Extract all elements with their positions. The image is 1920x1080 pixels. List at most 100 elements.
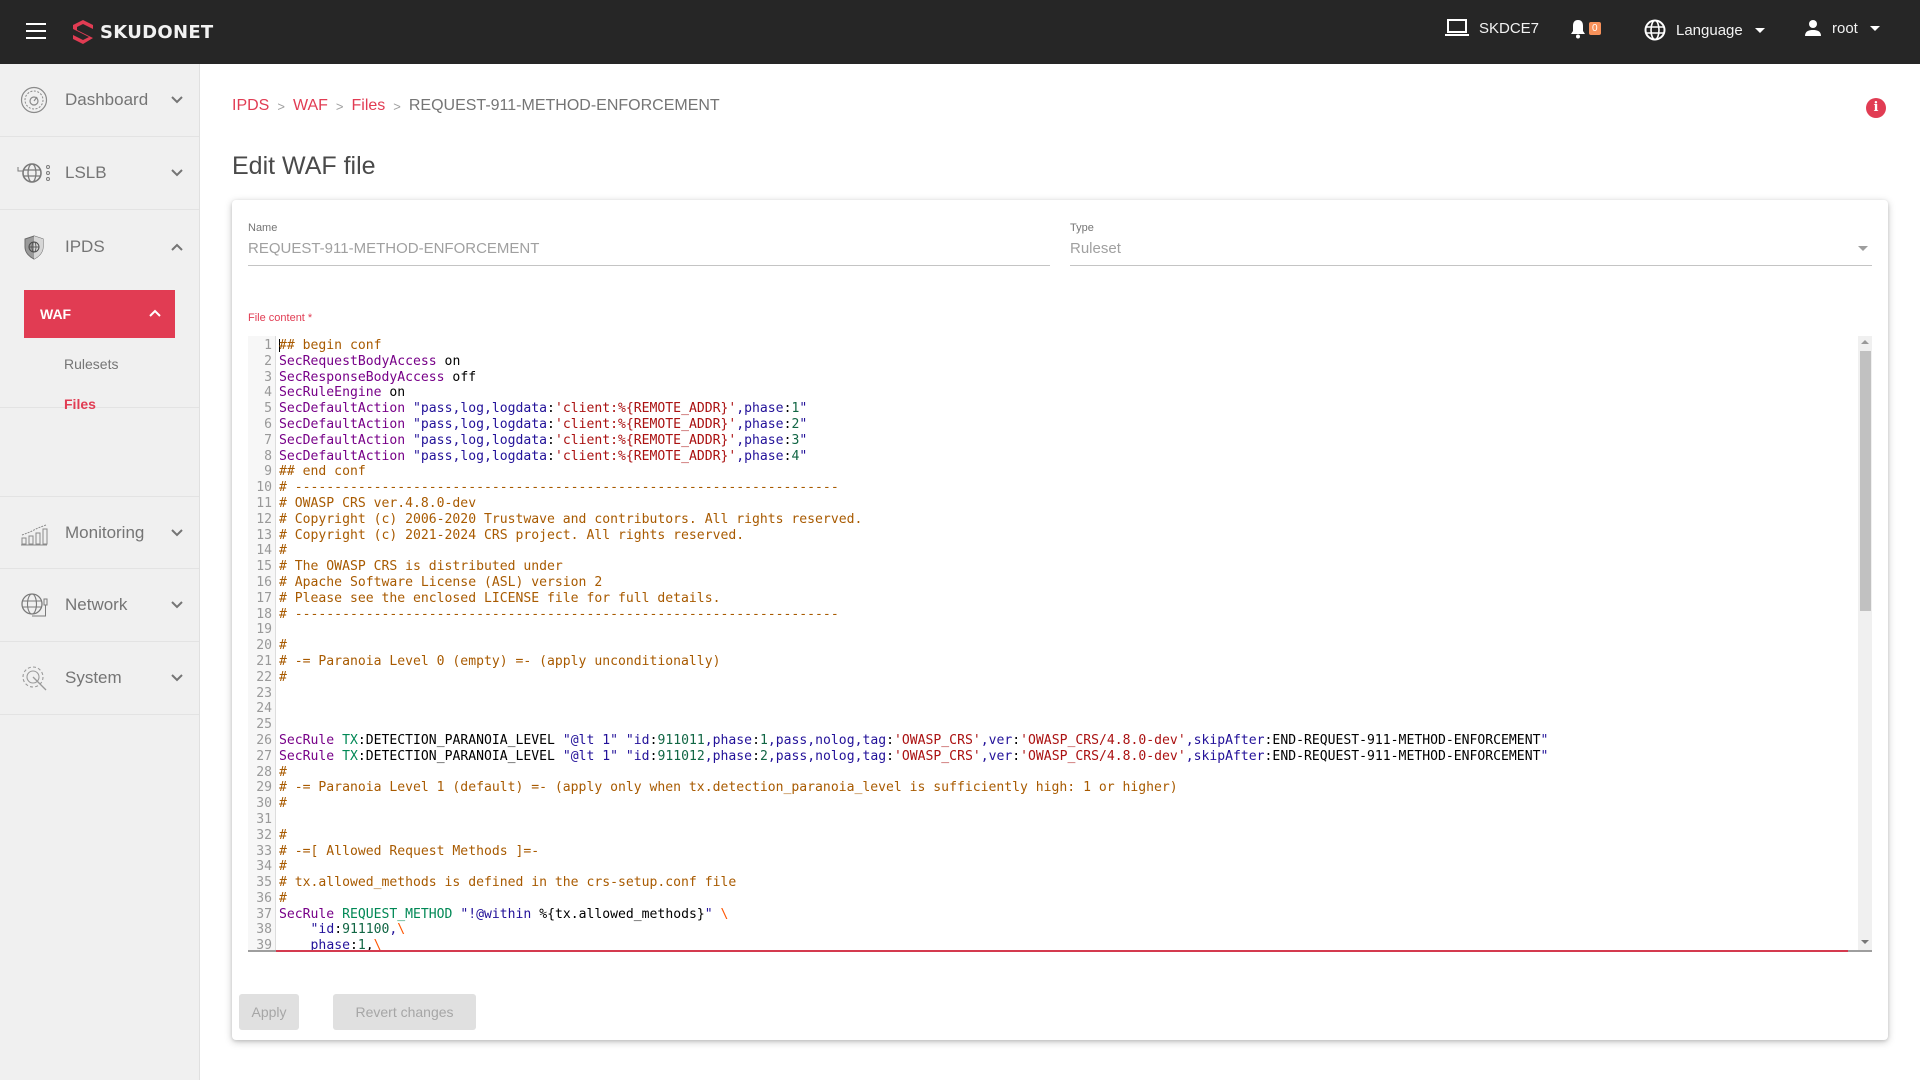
name-field[interactable]: Name REQUEST-911-METHOD-ENFORCEMENT: [248, 222, 1050, 266]
code-line[interactable]: 1 ## begin conf: [248, 338, 1858, 354]
code-token: 2: [759, 748, 768, 764]
code-token: \: [397, 922, 406, 938]
system-gear-icon: [22, 666, 47, 691]
line-number: 38: [256, 922, 272, 938]
line-number: 16: [256, 574, 272, 590]
brand-logo[interactable]: SKUDONET: [72, 20, 214, 44]
code-line[interactable]: 31: [248, 812, 1858, 828]
code-lines: 1 ## begin conf 2 SecRequestBodyAccess on 3 S…: [248, 338, 1858, 950]
code-line[interactable]: 14 #: [248, 543, 1858, 559]
code-line[interactable]: 34 #: [248, 859, 1858, 875]
code-token: :: [547, 416, 555, 432]
editor-scrollbar[interactable]: [1858, 336, 1872, 950]
resize-handle-icon[interactable]: [1861, 940, 1869, 944]
code-line[interactable]: 23: [248, 686, 1858, 702]
sidebar-item-ipds[interactable]: IPDS: [0, 210, 199, 283]
chevron-up-icon: [171, 243, 183, 251]
line-number: 31: [256, 811, 272, 827]
sidebar-item-dashboard[interactable]: Dashboard: [0, 64, 199, 137]
code-token: :DETECTION_PARANOIA_LEVEL: [357, 732, 563, 748]
sidebar-subitem-files[interactable]: Files: [64, 396, 96, 412]
code-token: # --------------------------------------…: [279, 480, 839, 496]
code-line[interactable]: 7 SecDefaultAction "pass,log,logdata:'cli…: [248, 433, 1858, 449]
code-line[interactable]: 30 #: [248, 796, 1858, 812]
user-icon: [1805, 20, 1821, 36]
info-icon[interactable]: i: [1866, 98, 1886, 118]
hamburger-menu-icon[interactable]: [26, 23, 46, 39]
code-line[interactable]: 9 ## end conf: [248, 464, 1858, 480]
scrollbar-thumb[interactable]: [1860, 351, 1871, 611]
line-content: SecDefaultAction "pass,log,logdata:'clie…: [275, 417, 807, 433]
code-line[interactable]: 29 # -= Paranoia Level 1 (default) =- (ap…: [248, 780, 1858, 796]
scroll-up-arrow-icon[interactable]: [1861, 340, 1869, 344]
code-token: 'OWASP_CRS/4.8.0-dev': [1020, 748, 1186, 764]
code-line[interactable]: 2 SecRequestBodyAccess on: [248, 354, 1858, 370]
type-select[interactable]: Type Ruleset: [1070, 222, 1872, 266]
sidebar-subitem-rulesets[interactable]: Rulesets: [64, 356, 118, 372]
code-line[interactable]: 32 #: [248, 828, 1858, 844]
host-indicator[interactable]: SKDCE7: [1445, 19, 1539, 37]
line-number: 6: [264, 416, 272, 432]
user-menu-dropdown[interactable]: root: [1804, 19, 1880, 37]
line-number: 23: [256, 685, 272, 701]
code-line[interactable]: 15 # The OWASP CRS is distributed under: [248, 559, 1858, 575]
code-line[interactable]: 13 # Copyright (c) 2021-2024 CRS project.…: [248, 528, 1858, 544]
line-content: #: [275, 765, 287, 781]
code-token: ,phase: [736, 448, 784, 464]
code-line[interactable]: 37 SecRule REQUEST_METHOD "!@within %{tx.…: [248, 907, 1858, 923]
code-line[interactable]: 28 #: [248, 765, 1858, 781]
code-line[interactable]: 27 SecRule TX:DETECTION_PARANOIA_LEVEL "@…: [248, 749, 1858, 765]
breadcrumb-link-ipds[interactable]: IPDS: [232, 97, 269, 115]
code-line[interactable]: 8 SecDefaultAction "pass,log,logdata:'cli…: [248, 449, 1858, 465]
code-line[interactable]: 4 SecRuleEngine on: [248, 385, 1858, 401]
breadcrumb-link-files[interactable]: Files: [351, 97, 385, 115]
code-line[interactable]: 25: [248, 717, 1858, 733]
code-token: :: [547, 432, 555, 448]
sidebar-item-lslb[interactable]: LSLB: [0, 137, 199, 210]
code-line[interactable]: 21 # -= Paranoia Level 0 (empty) =- (appl…: [248, 654, 1858, 670]
language-dropdown[interactable]: Language: [1644, 19, 1765, 41]
sidebar-item-system[interactable]: System: [0, 642, 199, 715]
code-line[interactable]: 6 SecDefaultAction "pass,log,logdata:'cli…: [248, 417, 1858, 433]
line-number: 12: [256, 511, 272, 527]
code-line[interactable]: 12 # Copyright (c) 2006-2020 Trustwave an…: [248, 512, 1858, 528]
dropdown-caret-icon: [1858, 246, 1868, 251]
code-token: \: [720, 906, 729, 922]
apply-button[interactable]: Apply: [239, 994, 299, 1030]
sidebar-item-network[interactable]: Network: [0, 569, 199, 642]
code-line[interactable]: 18 # ------------------------------------…: [248, 607, 1858, 623]
code-line[interactable]: 24: [248, 701, 1858, 717]
sidebar-item-label: LSLB: [65, 163, 107, 182]
line-content: phase:1,\: [275, 938, 382, 950]
code-line[interactable]: 36 #: [248, 891, 1858, 907]
code-line[interactable]: 11 # OWASP CRS ver.4.8.0-dev: [248, 496, 1858, 512]
code-token: on: [436, 353, 461, 369]
code-line[interactable]: 19: [248, 622, 1858, 638]
code-line[interactable]: 26 SecRule TX:DETECTION_PARANOIA_LEVEL "@…: [248, 733, 1858, 749]
code-line[interactable]: 38 "id:911100,\: [248, 922, 1858, 938]
code-editor[interactable]: 1 ## begin conf 2 SecRequestBodyAccess on 3 S…: [248, 336, 1872, 950]
breadcrumb-link-waf[interactable]: WAF: [293, 97, 328, 115]
line-content: #: [275, 543, 287, 559]
code-line[interactable]: 39 phase:1,\: [248, 938, 1858, 950]
code-line[interactable]: 3 SecResponseBodyAccess off: [248, 370, 1858, 386]
sidebar-subitem-waf[interactable]: WAF: [24, 290, 175, 338]
code-line[interactable]: 5 SecDefaultAction "pass,log,logdata:'cli…: [248, 401, 1858, 417]
revert-changes-button[interactable]: Revert changes: [333, 994, 476, 1030]
code-line[interactable]: 17 # Please see the enclosed LICENSE file…: [248, 591, 1858, 607]
code-line[interactable]: 22 #: [248, 670, 1858, 686]
line-content: [275, 622, 279, 638]
code-line[interactable]: 33 # -=[ Allowed Request Methods ]=-: [248, 844, 1858, 860]
code-token: ": [1540, 732, 1549, 748]
code-token: SecDefaultAction: [279, 448, 406, 464]
notifications-button[interactable]: 0: [1570, 19, 1601, 39]
line-content: "id:911100,\: [275, 922, 406, 938]
code-line[interactable]: 10 # ------------------------------------…: [248, 480, 1858, 496]
code-line[interactable]: 35 # tx.allowed_methods is defined in the…: [248, 875, 1858, 891]
code-line[interactable]: 20 #: [248, 638, 1858, 654]
code-line[interactable]: 16 # Apache Software License (ASL) versio…: [248, 575, 1858, 591]
sidebar-item-monitoring[interactable]: Monitoring: [0, 496, 199, 569]
code-token: ## begin conf: [279, 338, 382, 353]
code-token: phase: [310, 938, 350, 950]
